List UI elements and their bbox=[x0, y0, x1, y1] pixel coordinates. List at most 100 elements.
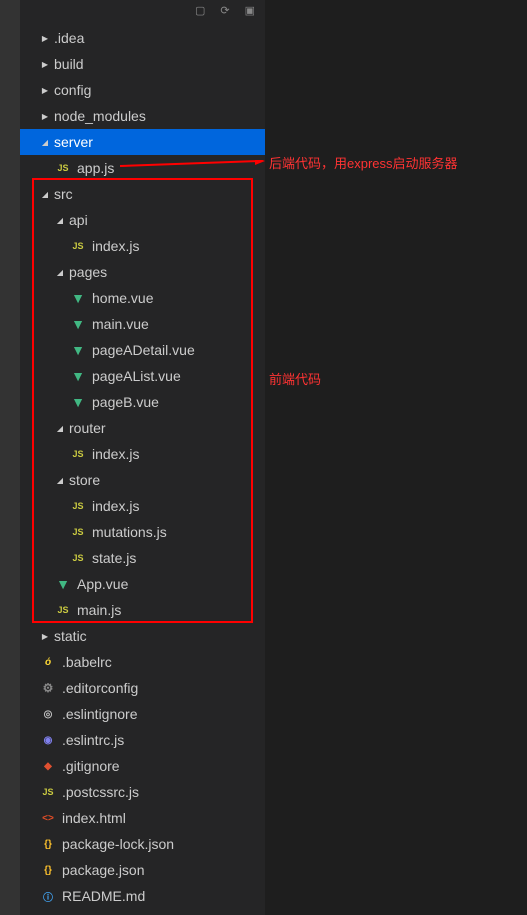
js-icon: JS bbox=[55, 160, 71, 176]
file-label: .gitignore bbox=[62, 758, 120, 774]
folder-router[interactable]: router bbox=[20, 415, 265, 441]
file-label: .eslintignore bbox=[62, 706, 138, 722]
folder-label: store bbox=[69, 472, 100, 488]
file-gitignore[interactable]: ◆ .gitignore bbox=[20, 753, 265, 779]
file-babelrc[interactable]: ό .babelrc bbox=[20, 649, 265, 675]
collapse-icon[interactable]: ▣ bbox=[245, 4, 255, 17]
info-icon: ⓘ bbox=[40, 888, 56, 904]
chevron-right-icon bbox=[40, 33, 50, 44]
folder-config[interactable]: config bbox=[20, 77, 265, 103]
folder-label: static bbox=[54, 628, 87, 644]
folder-label: .idea bbox=[54, 30, 84, 46]
chevron-down-icon bbox=[55, 423, 65, 434]
eslint-icon: ◎ bbox=[40, 706, 56, 722]
chevron-down-icon bbox=[55, 215, 65, 226]
git-icon: ◆ bbox=[40, 758, 56, 774]
js-icon: JS bbox=[70, 498, 86, 514]
file-editorconfig[interactable]: ⚙ .editorconfig bbox=[20, 675, 265, 701]
json-icon: {} bbox=[40, 862, 56, 878]
vue-icon: ▼ bbox=[70, 342, 86, 358]
file-label: state.js bbox=[92, 550, 136, 566]
file-mutations-js[interactable]: JS mutations.js bbox=[20, 519, 265, 545]
folder-label: build bbox=[54, 56, 84, 72]
file-readme[interactable]: ⓘ README.md bbox=[20, 883, 265, 909]
file-label: App.vue bbox=[77, 576, 128, 592]
js-icon: JS bbox=[70, 524, 86, 540]
babel-icon: ό bbox=[40, 654, 56, 670]
file-label: home.vue bbox=[92, 290, 153, 306]
vue-icon: ▼ bbox=[70, 394, 86, 410]
chevron-right-icon bbox=[40, 631, 50, 642]
new-folder-icon[interactable]: ⟳ bbox=[220, 4, 229, 17]
folder-server[interactable]: server bbox=[20, 129, 265, 155]
file-label: main.js bbox=[77, 602, 121, 618]
file-main-js[interactable]: JS main.js bbox=[20, 597, 265, 623]
activity-bar bbox=[0, 0, 20, 915]
chevron-down-icon bbox=[55, 475, 65, 486]
folder-label: src bbox=[54, 186, 73, 202]
chevron-right-icon bbox=[40, 85, 50, 96]
eslint-icon: ◉ bbox=[40, 732, 56, 748]
file-package-lock[interactable]: {} package-lock.json bbox=[20, 831, 265, 857]
file-app-vue[interactable]: ▼ App.vue bbox=[20, 571, 265, 597]
file-store-index-js[interactable]: JS index.js bbox=[20, 493, 265, 519]
folder-store[interactable]: store bbox=[20, 467, 265, 493]
chevron-down-icon bbox=[40, 137, 50, 148]
chevron-down-icon bbox=[55, 267, 65, 278]
folder-src[interactable]: src bbox=[20, 181, 265, 207]
new-file-icon[interactable]: ▢ bbox=[195, 4, 205, 17]
folder-label: pages bbox=[69, 264, 107, 280]
file-router-index-js[interactable]: JS index.js bbox=[20, 441, 265, 467]
folder-idea[interactable]: .idea bbox=[20, 25, 265, 51]
vue-icon: ▼ bbox=[55, 576, 71, 592]
file-main-vue[interactable]: ▼ main.vue bbox=[20, 311, 265, 337]
folder-pages[interactable]: pages bbox=[20, 259, 265, 285]
file-label: index.js bbox=[92, 498, 139, 514]
js-icon: JS bbox=[55, 602, 71, 618]
vue-icon: ▼ bbox=[70, 316, 86, 332]
file-label: package-lock.json bbox=[62, 836, 174, 852]
file-api-index-js[interactable]: JS index.js bbox=[20, 233, 265, 259]
vue-icon: ▼ bbox=[70, 368, 86, 384]
folder-static[interactable]: static bbox=[20, 623, 265, 649]
file-label: main.vue bbox=[92, 316, 149, 332]
file-app-js[interactable]: JS app.js bbox=[20, 155, 265, 181]
file-explorer-sidebar: ▢ ⟳ ▣ .idea build config bbox=[20, 0, 265, 915]
chevron-right-icon bbox=[40, 59, 50, 70]
annotation-frontend-label: 前端代码 bbox=[269, 369, 321, 388]
explorer-header: ▢ ⟳ ▣ bbox=[20, 0, 265, 20]
file-eslintignore[interactable]: ◎ .eslintignore bbox=[20, 701, 265, 727]
folder-label: router bbox=[69, 420, 106, 436]
json-icon: {} bbox=[40, 836, 56, 852]
file-state-js[interactable]: JS state.js bbox=[20, 545, 265, 571]
file-postcssrc[interactable]: JS .postcssrc.js bbox=[20, 779, 265, 805]
folder-label: config bbox=[54, 82, 91, 98]
file-label: README.md bbox=[62, 888, 145, 904]
editor-area bbox=[265, 0, 525, 915]
folder-node-modules[interactable]: node_modules bbox=[20, 103, 265, 129]
file-label: index.html bbox=[62, 810, 126, 826]
file-label: pageB.vue bbox=[92, 394, 159, 410]
file-home-vue[interactable]: ▼ home.vue bbox=[20, 285, 265, 311]
file-label: index.js bbox=[92, 446, 139, 462]
file-label: index.js bbox=[92, 238, 139, 254]
header-actions: ▢ ⟳ ▣ bbox=[195, 4, 255, 17]
file-package-json[interactable]: {} package.json bbox=[20, 857, 265, 883]
file-pagealist-vue[interactable]: ▼ pageAList.vue bbox=[20, 363, 265, 389]
file-index-html[interactable]: <> index.html bbox=[20, 805, 265, 831]
file-label: .eslintrc.js bbox=[62, 732, 124, 748]
folder-api[interactable]: api bbox=[20, 207, 265, 233]
vue-icon: ▼ bbox=[70, 290, 86, 306]
file-eslintrc[interactable]: ◉ .eslintrc.js bbox=[20, 727, 265, 753]
file-label: .postcssrc.js bbox=[62, 784, 139, 800]
file-tree: .idea build config node_modules server bbox=[20, 20, 265, 909]
file-pageb-vue[interactable]: ▼ pageB.vue bbox=[20, 389, 265, 415]
file-label: .babelrc bbox=[62, 654, 112, 670]
file-label: pageADetail.vue bbox=[92, 342, 195, 358]
folder-build[interactable]: build bbox=[20, 51, 265, 77]
folder-label: server bbox=[54, 134, 93, 150]
js-icon: JS bbox=[40, 784, 56, 800]
file-pageadetail-vue[interactable]: ▼ pageADetail.vue bbox=[20, 337, 265, 363]
file-label: pageAList.vue bbox=[92, 368, 181, 384]
gear-icon: ⚙ bbox=[40, 680, 56, 696]
